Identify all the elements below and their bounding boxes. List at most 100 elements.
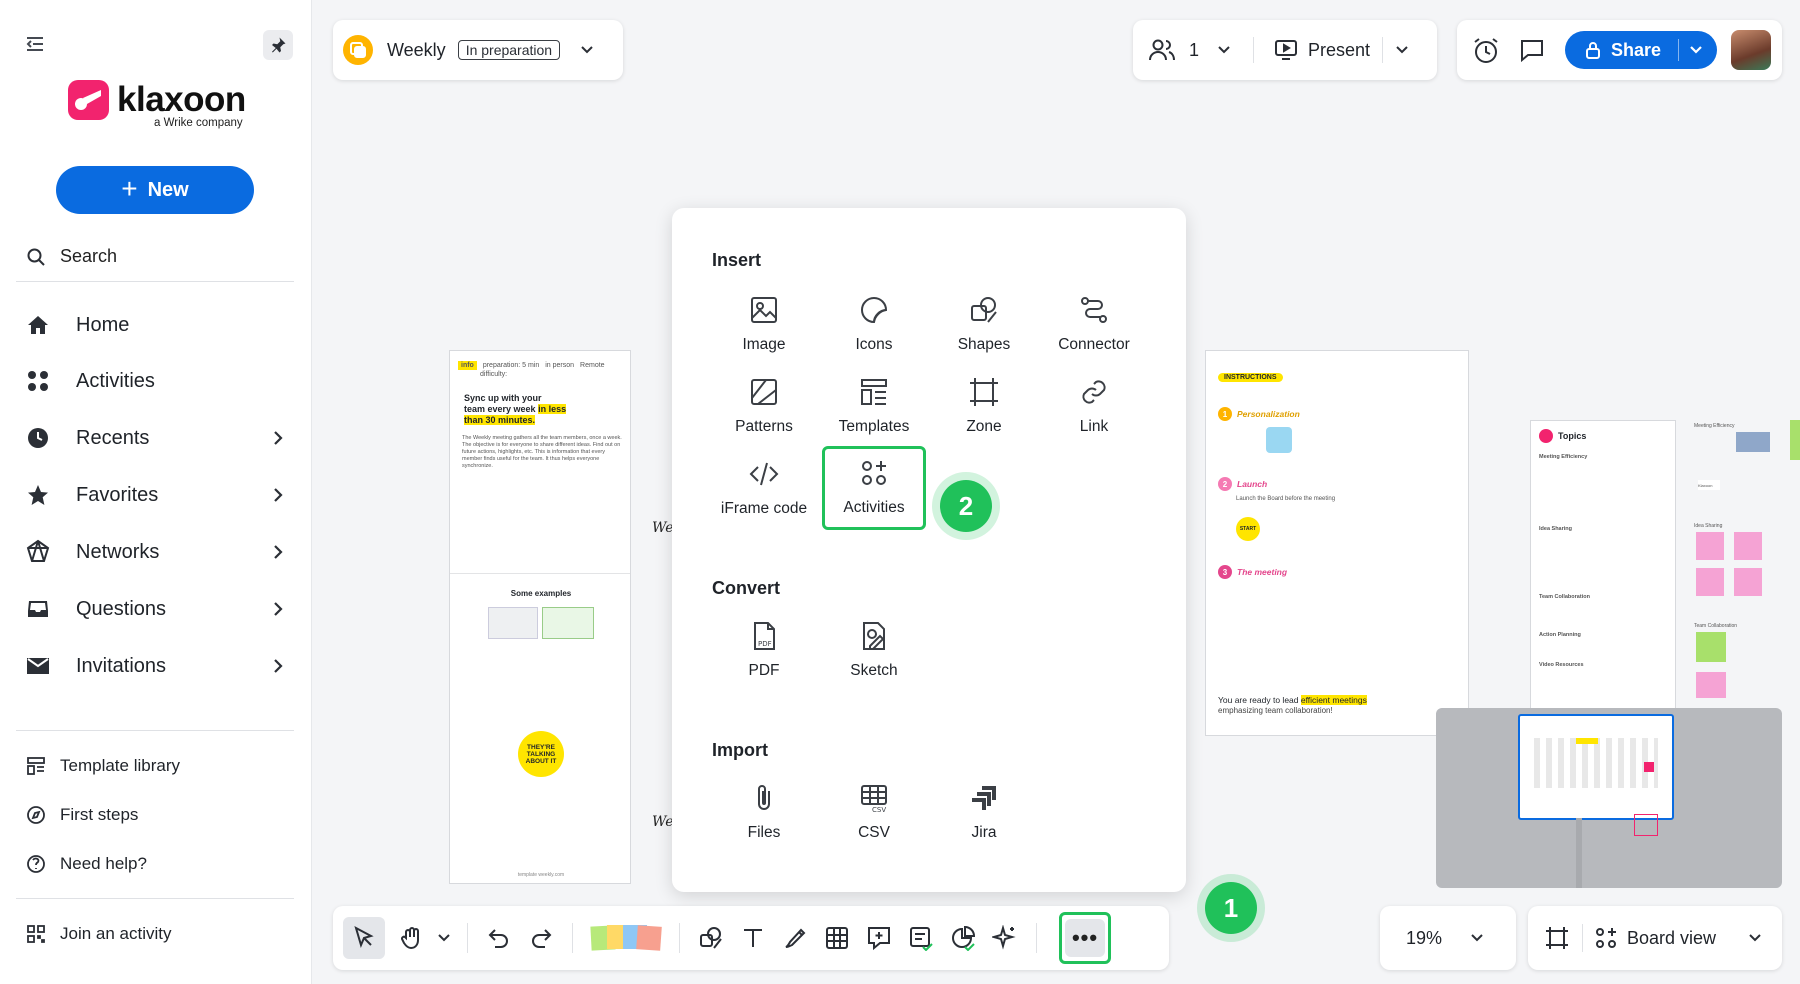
chevron-down-icon[interactable] [1217,45,1231,55]
new-button[interactable]: + New [56,166,254,214]
board-view-label[interactable]: Board view [1627,928,1716,949]
pin-icon[interactable] [263,30,293,60]
ready-text-b: emphasizing team collaboration! [1218,706,1333,715]
step-title: Launch [1237,479,1268,489]
redo-button[interactable] [520,917,562,959]
text-icon [744,929,762,947]
share-button[interactable]: Share [1565,31,1717,69]
insert-link[interactable]: Link [1042,368,1146,448]
more-tools-button[interactable]: ••• [1059,912,1111,964]
sidebar-link-first-steps[interactable]: First steps [26,805,138,825]
board-title-card[interactable]: Weekly In preparation [333,20,623,80]
sidebar-item-questions[interactable]: Questions [24,589,284,629]
sidebar-item-home[interactable]: Home [24,305,284,345]
view-control: Board view [1528,906,1782,970]
step-marker-2: 2 [940,480,992,532]
chevron-down-icon[interactable] [1395,45,1409,55]
zoom-level[interactable]: 19% [1406,928,1442,949]
insert-templates[interactable]: Templates [822,368,926,448]
logo-subtitle: a Wrike company [154,117,243,129]
zone-icon [970,378,998,406]
minimap[interactable] [1436,708,1782,888]
insert-icons[interactable]: Icons [822,286,926,366]
task-tool[interactable] [900,917,942,959]
join-activity-label: Join an activity [60,924,172,943]
canvas-doc-instructions[interactable]: INSTRUCTIONS 1 Personalization 2 Launch … [1205,350,1469,736]
canvas-doc-weekly-guide[interactable]: info preparation: 5 min in person Remote… [449,350,631,884]
convert-pdf[interactable]: PDF PDF [712,612,816,692]
avatar[interactable] [1731,30,1771,70]
insert-shapes[interactable]: Shapes [932,286,1036,366]
select-tool[interactable] [343,917,385,959]
doc-badge: THEY'RE TALKING ABOUT IT [518,731,564,777]
sticky-note [1696,532,1724,560]
network-icon [24,538,52,566]
sparkles-icon [992,925,1016,950]
comment-tool[interactable] [858,917,900,959]
present-icon[interactable] [1274,39,1298,61]
chevron-down-icon[interactable] [580,45,594,55]
import-csv[interactable]: CSV CSV [822,774,926,854]
zoom-control[interactable]: 19% [1380,906,1516,970]
sidebar-item-favorites[interactable]: Favorites [24,475,284,515]
board-name: Weekly [387,39,446,60]
hand-tool[interactable] [391,917,433,959]
sidebar-link-help[interactable]: Need help? [26,854,147,874]
activities-icon [862,461,886,485]
ai-tool[interactable] [984,917,1026,959]
sidebar-search[interactable]: Search [26,246,117,267]
sidebar-item-invitations[interactable]: Invitations [24,646,284,686]
chevron-down-icon[interactable] [437,933,451,943]
shapes-tool[interactable] [690,917,732,959]
doc-footer: template weekly.com [517,872,565,878]
svg-text:PDF: PDF [758,640,772,648]
separator [679,923,680,953]
undo-button[interactable] [478,917,520,959]
insert-connector[interactable]: Connector [1042,286,1146,366]
chevron-down-icon[interactable] [1689,45,1703,55]
timer-icon[interactable] [1471,36,1501,64]
participants-icon[interactable] [1149,38,1175,62]
import-jira[interactable]: Jira [932,774,1036,854]
pen-tool[interactable] [774,917,816,959]
text-tool[interactable] [732,917,774,959]
tool-label: Sketch [850,662,898,679]
sidebar-item-activities[interactable]: Activities [24,361,284,401]
qr-code-icon [27,925,45,943]
insert-image[interactable]: Image [712,286,816,366]
join-activity-link[interactable]: Join an activity [26,924,172,944]
fit-to-screen-icon[interactable] [1544,925,1570,951]
table-tool[interactable] [816,917,858,959]
chevron-down-icon[interactable] [1470,933,1484,943]
undo-icon [488,929,508,948]
minimap-viewport[interactable] [1518,714,1674,820]
chevron-down-icon[interactable] [1748,933,1762,943]
dashboard-tool[interactable] [942,917,984,959]
collapse-sidebar-icon[interactable] [24,34,50,56]
klaxoon-logo[interactable]: klaxoon [68,80,246,120]
comment-icon[interactable] [1519,38,1545,62]
tool-label: Patterns [735,418,793,435]
convert-sketch[interactable]: Sketch [822,612,926,692]
mail-icon [24,652,52,680]
insert-patterns[interactable]: Patterns [712,368,816,448]
import-section-title: Import [712,740,768,760]
compass-icon [27,806,45,824]
insert-activities[interactable]: Activities [822,446,926,530]
canvas-doc-topics[interactable]: Topics Meeting Efficiency Idea Sharing T… [1530,420,1676,710]
insert-iframe[interactable]: iFrame code [712,450,816,530]
sticky-notes-tool[interactable] [589,920,663,956]
sidebar-item-networks[interactable]: Networks [24,532,284,572]
sidebar-link-template-library[interactable]: Template library [26,756,180,776]
sidebar-item-recents[interactable]: Recents [24,418,284,458]
sticky-note [1696,672,1726,698]
board-view-icon[interactable] [1595,927,1617,949]
tool-label: Shapes [957,336,1011,353]
status-badge[interactable]: In preparation [457,40,561,60]
instructions-step: 3 The meeting [1218,565,1287,579]
canvas-handwriting: We [652,520,674,536]
participants-count[interactable]: 1 [1189,40,1199,61]
present-button[interactable]: Present [1308,40,1370,61]
import-files[interactable]: Files [712,774,816,854]
insert-zone[interactable]: Zone [932,368,1036,448]
